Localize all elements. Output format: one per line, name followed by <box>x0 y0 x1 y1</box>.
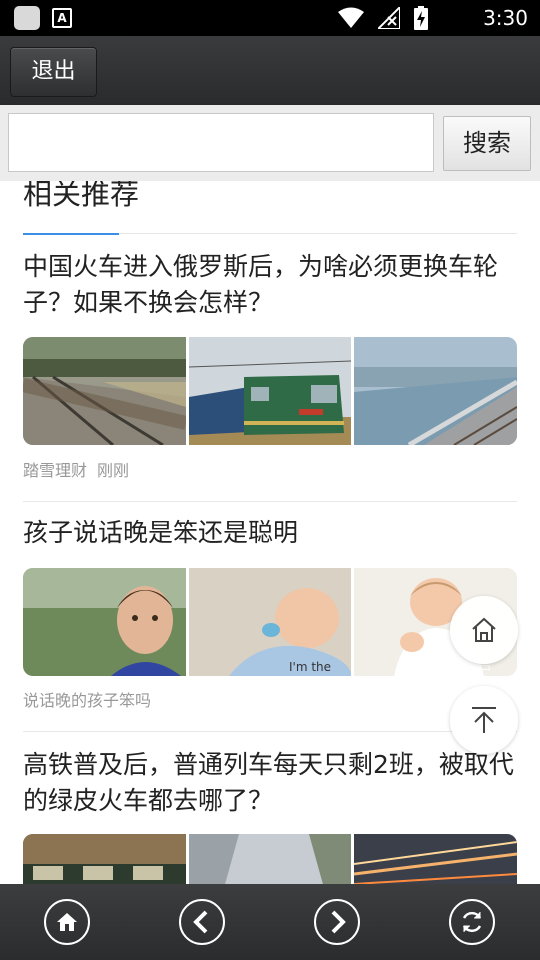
battery-charging-icon <box>414 6 428 30</box>
home-icon <box>57 913 77 931</box>
article-meta: 说话晚的孩子笨吗 <box>23 691 151 711</box>
search-bar: 搜索 <box>0 105 540 181</box>
article-time: 刚刚 <box>97 461 130 480</box>
top-bar: 退出 <box>0 36 540 105</box>
bottom-nav <box>0 884 540 960</box>
svg-text:I'm the: I'm the <box>289 660 331 674</box>
nav-refresh-button[interactable] <box>449 899 495 945</box>
back-to-top-button[interactable] <box>450 686 518 754</box>
article-source: 踏雪理财 <box>23 461 88 480</box>
toddler-boy-image <box>23 568 186 676</box>
article-thumbnails[interactable] <box>23 834 517 884</box>
status-bar: A 3:30 <box>0 0 540 36</box>
article-title[interactable]: 中国火车进入俄罗斯后，为啥必须更换车轮子？如果不换会怎样？ <box>23 249 517 321</box>
nav-forward-button[interactable] <box>314 899 360 945</box>
article-title[interactable]: 孩子说话晚是笨还是聪明 <box>23 515 517 551</box>
forward-icon <box>331 910 346 934</box>
back-to-top-icon <box>472 707 496 733</box>
article-thumbnails[interactable]: I'm the 广告 <box>23 568 517 676</box>
search-input[interactable] <box>8 113 434 172</box>
railway-track-image <box>23 337 186 445</box>
section-title-accent <box>23 233 119 235</box>
light-trails-image <box>354 834 517 884</box>
section-title: 相关推荐 <box>23 181 140 211</box>
train-interior-image <box>23 834 186 884</box>
search-button[interactable]: 搜索 <box>443 116 531 171</box>
refresh-icon <box>462 911 482 933</box>
train-station-image <box>188 834 352 884</box>
home-icon <box>472 617 496 642</box>
font-icon: A <box>52 8 72 28</box>
float-home-button[interactable] <box>450 596 518 664</box>
green-locomotive-image <box>188 337 352 445</box>
rail-bridge-over-water-image <box>354 337 517 445</box>
article-title[interactable]: 高铁普及后，普通列车每天只剩2班，被取代的绿皮火车都去哪了？ <box>23 747 517 819</box>
article-source: 说话晚的孩子笨吗 <box>23 691 152 710</box>
app-icon <box>14 6 40 30</box>
article-meta: 踏雪理财 刚刚 <box>23 461 129 481</box>
article-divider <box>23 731 517 732</box>
exit-button[interactable]: 退出 <box>10 47 97 97</box>
article-divider <box>23 501 517 502</box>
baby-with-pacifier-image: I'm the <box>188 568 352 676</box>
nav-home-button[interactable] <box>44 899 90 945</box>
no-signal-icon <box>378 7 400 29</box>
clock: 3:30 <box>483 6 528 30</box>
content-feed: 相关推荐 中国火车进入俄罗斯后，为啥必须更换车轮子？如果不换会怎样？ 踏雪理财 … <box>0 181 540 884</box>
nav-back-button[interactable] <box>179 899 225 945</box>
article-thumbnails[interactable] <box>23 337 517 445</box>
back-icon <box>193 910 208 934</box>
wifi-icon <box>338 7 364 28</box>
